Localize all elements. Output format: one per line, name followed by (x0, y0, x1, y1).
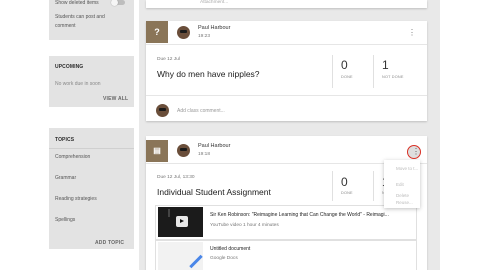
done-count[interactable]: 0 (341, 175, 348, 189)
attachment-title[interactable]: Sir Ken Robinson: "Reimagine Learning th… (210, 212, 389, 218)
topic-item[interactable]: Spellings (55, 217, 75, 223)
question-icon: ? (146, 21, 168, 43)
show-deleted-toggle[interactable] (111, 0, 125, 6)
previous-post-card (146, 0, 427, 8)
more-options-icon[interactable]: ⋮ (408, 29, 416, 37)
menu-item-move[interactable]: Move to t... (396, 166, 418, 171)
menu-item-delete[interactable]: Delete (396, 193, 409, 198)
stat-divider (373, 55, 374, 88)
assignment-icon: ▤ (146, 140, 168, 162)
topics-card (49, 128, 134, 249)
class-comment-input[interactable]: Add class comment... (177, 108, 225, 114)
topics-heading: TOPICS (55, 137, 75, 143)
stat-divider (373, 171, 374, 201)
add-topic-button[interactable]: ADD TOPIC (95, 240, 124, 246)
post-header-divider (146, 44, 427, 45)
students-can-post-label-2: comment (55, 23, 76, 29)
attachment-title[interactable]: Untitled document (210, 246, 250, 252)
play-button-icon (176, 216, 188, 227)
stat-divider (332, 55, 333, 88)
students-can-post-label: Students can post and (55, 14, 105, 20)
post-author: Paul Harbour (198, 25, 231, 31)
show-deleted-label: Show deleted items (55, 0, 99, 6)
more-options-icon: ⋮ (412, 147, 420, 156)
post-title[interactable]: Individual Student Assignment (157, 187, 271, 197)
post-time: 19:18 (198, 152, 211, 157)
post-author: Paul Harbour (198, 143, 231, 149)
avatar (177, 144, 190, 157)
menu-item-edit[interactable]: Edit (396, 182, 404, 187)
thumb-figure (168, 209, 170, 217)
more-options-button-highlight[interactable]: ⋮ (407, 145, 421, 159)
doc-thumbnail (158, 242, 203, 270)
post-title[interactable]: Why do men have nipples? (157, 69, 260, 79)
topic-item[interactable]: Reading strategies (55, 196, 97, 202)
menu-item-reuse[interactable]: Reuse... (396, 200, 413, 205)
upcoming-empty-text: No work due in soon (55, 81, 101, 87)
settings-card (49, 0, 134, 40)
doc-thumb-mark (189, 254, 203, 269)
topic-item[interactable]: Comprehension (55, 154, 90, 160)
play-triangle (180, 219, 184, 223)
classroom-stream-page: Show deleted items Students can post and… (0, 0, 480, 270)
post-due-date: Due 12 Jul, 13:30 (157, 175, 195, 180)
attachment-subtitle: Google Docs (210, 256, 238, 261)
done-label: DONE (341, 75, 353, 79)
upcoming-heading: UPCOMING (55, 64, 84, 70)
done-count[interactable]: 0 (341, 58, 348, 72)
not-done-count[interactable]: 1 (382, 58, 389, 72)
done-label: DONE (341, 191, 353, 195)
video-thumbnail (158, 207, 203, 237)
topic-item[interactable]: Grammar (55, 175, 76, 181)
post-due-date: Due 12 Jul (157, 57, 180, 62)
previous-post-snippet: Attachment... (200, 0, 229, 5)
comment-divider (146, 95, 427, 96)
topics-divider (49, 148, 134, 149)
not-done-label: NOT DONE (382, 75, 404, 79)
view-all-link[interactable]: VIEW ALL (103, 96, 128, 102)
avatar (177, 26, 190, 39)
stat-divider (332, 171, 333, 201)
right-gutter (440, 0, 480, 270)
attachment-subtitle: YouTube video 1 hour 4 minutes (210, 223, 279, 228)
post-time: 19:23 (198, 34, 211, 39)
commenter-avatar (156, 104, 169, 117)
